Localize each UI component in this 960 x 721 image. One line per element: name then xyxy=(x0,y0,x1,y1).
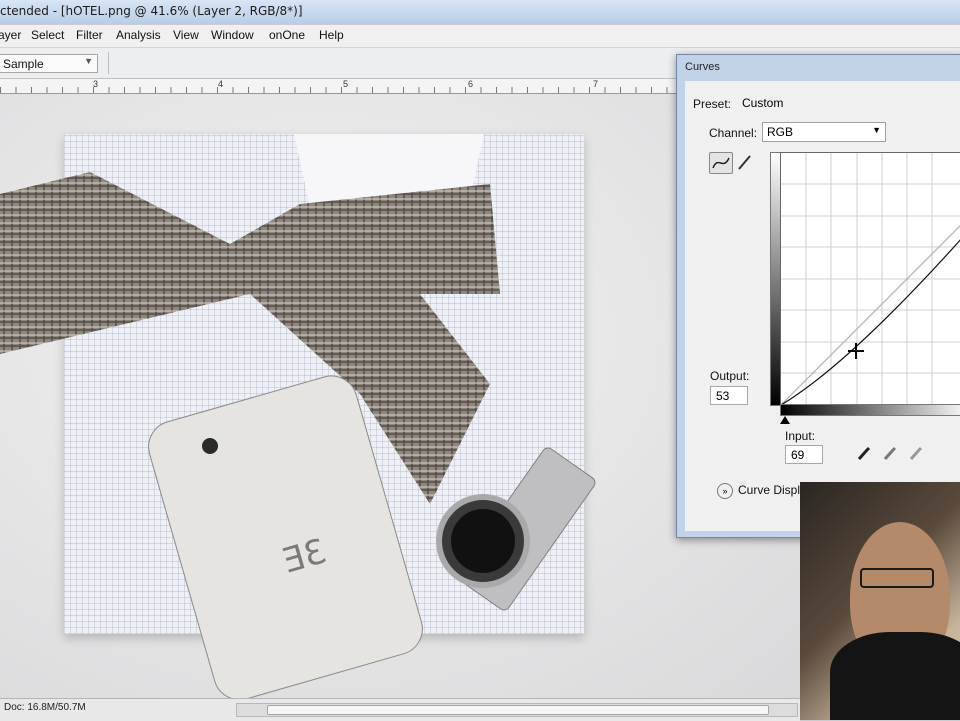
watch-face xyxy=(451,509,515,573)
pencil-icon xyxy=(738,155,751,170)
expand-toggle-icon[interactable]: » xyxy=(717,483,733,499)
channel-label: Channel: xyxy=(709,126,758,140)
menu-view[interactable]: View xyxy=(173,28,199,42)
input-value: 69 xyxy=(791,448,805,462)
scrollbar-thumb[interactable] xyxy=(267,705,769,715)
ruler-ticks xyxy=(0,87,676,93)
phone-camera xyxy=(202,438,218,454)
sample-select[interactable]: Sample ▼ xyxy=(0,54,98,73)
curve-icon xyxy=(712,157,730,169)
curve-display-options-label[interactable]: Curve Displ xyxy=(738,483,800,497)
eyedropper-icon xyxy=(909,446,923,460)
doc-size: Doc: 16.8M/50.7M xyxy=(4,702,86,713)
chevron-down-icon: ▼ xyxy=(84,56,93,66)
output-field[interactable]: 53 xyxy=(710,386,748,405)
black-eyedropper-button[interactable] xyxy=(856,444,872,462)
eyedropper-icon xyxy=(883,446,897,460)
status-bar: Doc: 16.8M/50.7M xyxy=(0,698,800,721)
channel-dropdown[interactable]: RGB ▼ xyxy=(762,122,886,142)
input-field[interactable]: 69 xyxy=(785,445,823,464)
menu-layer[interactable]: ayer xyxy=(0,28,21,42)
control-point xyxy=(848,343,864,359)
output-label: Output: xyxy=(710,369,750,383)
menu-bar: ayer Select Filter Analysis View Window … xyxy=(0,25,960,48)
menu-window[interactable]: Window xyxy=(211,28,254,42)
curves-title: Curves xyxy=(685,61,720,73)
menu-onone[interactable]: onOne xyxy=(269,28,305,42)
webcam-overlay xyxy=(800,482,960,720)
chevron-down-icon: ▼ xyxy=(872,125,881,135)
menu-filter[interactable]: Filter xyxy=(76,28,103,42)
pencil-tool-button[interactable] xyxy=(736,152,754,172)
input-label: Input: xyxy=(785,429,816,443)
menu-analysis[interactable]: Analysis xyxy=(116,28,161,42)
menu-help[interactable]: Help xyxy=(319,28,344,42)
input-gradient-bar xyxy=(780,404,960,416)
app-title-bar: ctended - [hOTEL.png @ 41.6% (Layer 2, R… xyxy=(0,0,960,24)
preset-value: Custom xyxy=(742,96,784,110)
black-point-slider[interactable] xyxy=(780,416,790,424)
output-value: 53 xyxy=(716,389,730,403)
curves-grid xyxy=(781,153,960,405)
horizontal-scrollbar[interactable] xyxy=(236,703,798,717)
white-eyedropper-button[interactable] xyxy=(908,444,924,462)
presenter-glasses xyxy=(860,568,934,588)
horizontal-ruler: 3 4 5 6 7 xyxy=(0,79,676,94)
preset-label: Preset: xyxy=(693,97,732,111)
curve-point-tool-button[interactable] xyxy=(709,152,733,174)
preset-dropdown[interactable]: Custom xyxy=(738,94,960,112)
presenter-hoodie xyxy=(830,632,960,720)
gray-eyedropper-button[interactable] xyxy=(882,444,898,462)
menu-select[interactable]: Select xyxy=(31,28,64,42)
channel-value: RGB xyxy=(767,125,794,139)
toolbar-divider xyxy=(108,52,109,74)
eyedropper-icon xyxy=(857,446,871,460)
sample-select-value: Sample xyxy=(3,57,44,71)
curves-graph[interactable] xyxy=(780,152,960,406)
app-title: ctended - [hOTEL.png @ 41.6% (Layer 2, R… xyxy=(0,4,303,18)
